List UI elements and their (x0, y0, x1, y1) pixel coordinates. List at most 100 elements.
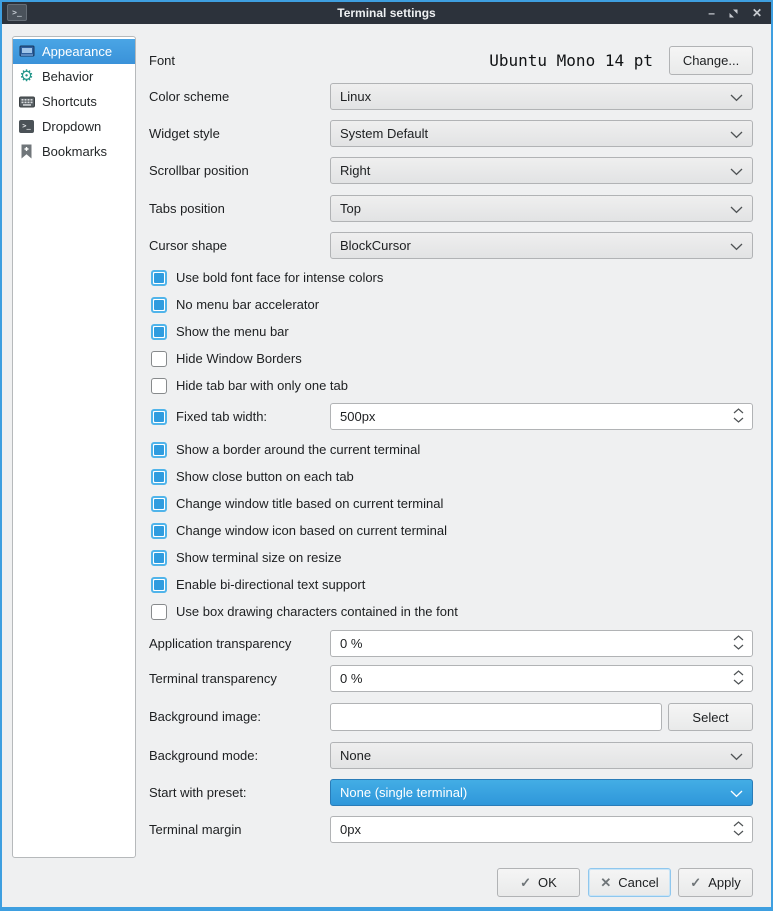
chevron-down-icon (730, 753, 743, 761)
checkbox[interactable] (151, 324, 167, 340)
checkbox-row[interactable]: No menu bar accelerator (151, 296, 319, 313)
checkbox-label: Show terminal size on resize (176, 550, 341, 565)
checkbox-label: Use bold font face for intense colors (176, 270, 383, 285)
widget-style-select[interactable]: System Default (330, 120, 753, 147)
chevron-down-icon (730, 168, 743, 176)
background-mode-label: Background mode: (149, 742, 258, 769)
checkbox-row[interactable]: Change window title based on current ter… (151, 495, 443, 512)
sidebar-item-label: Bookmarks (42, 144, 107, 159)
settings-category-list: Appearance ⚙ Behavior Shortcuts >_ D (12, 36, 136, 858)
chevron-down-icon (730, 131, 743, 139)
spin-up-icon[interactable] (733, 821, 744, 827)
terminal-margin-spinbox[interactable]: 0px (330, 816, 753, 843)
ok-button[interactable]: ✓ OK (497, 868, 580, 897)
fixed-tab-width-spinbox[interactable]: 500px (330, 403, 753, 430)
checkbox-row[interactable]: Hide tab bar with only one tab (151, 377, 348, 394)
sidebar-item-label: Appearance (42, 44, 112, 59)
checkbox-row[interactable]: Hide Window Borders (151, 350, 302, 367)
bookmark-icon (18, 143, 35, 160)
checkbox[interactable] (151, 270, 167, 286)
cross-icon: ✕ (600, 875, 611, 891)
sidebar-item-shortcuts[interactable]: Shortcuts (13, 89, 135, 114)
sidebar-item-appearance[interactable]: Appearance (13, 39, 135, 64)
background-image-label: Background image: (149, 703, 261, 731)
checkbox-label: Show a border around the current termina… (176, 442, 420, 457)
spin-up-icon[interactable] (733, 670, 744, 676)
terminal-icon: >_ (18, 118, 35, 135)
checkbox-row[interactable]: Use bold font face for intense colors (151, 269, 383, 286)
background-mode-select[interactable]: None (330, 742, 753, 769)
checkbox[interactable] (151, 550, 167, 566)
color-scheme-select[interactable]: Linux (330, 83, 753, 110)
window-terminal-icon: >_ (7, 4, 27, 21)
checkbox[interactable] (151, 442, 167, 458)
checkbox-row[interactable]: Show a border around the current termina… (151, 441, 420, 458)
checkbox-label: No menu bar accelerator (176, 297, 319, 312)
checkbox-label: Fixed tab width: (176, 409, 267, 424)
background-image-select-button[interactable]: Select (668, 703, 753, 731)
start-with-preset-label: Start with preset: (149, 779, 247, 806)
widget-style-label: Widget style (149, 120, 220, 147)
tabs-position-label: Tabs position (149, 195, 225, 222)
tabs-position-select[interactable]: Top (330, 195, 753, 222)
checkbox-row[interactable]: Use box drawing characters contained in … (151, 603, 458, 620)
chevron-down-icon (730, 206, 743, 214)
titlebar[interactable]: >_ Terminal settings – ✕ (2, 2, 771, 24)
checkbox-row[interactable]: Show the menu bar (151, 323, 289, 340)
checkbox[interactable] (151, 604, 167, 620)
checkbox[interactable] (151, 351, 167, 367)
fixed-tab-width-checkbox-row[interactable]: Fixed tab width: (151, 408, 267, 425)
checkbox-row[interactable]: Show close button on each tab (151, 468, 354, 485)
spin-down-icon[interactable] (733, 644, 744, 650)
checkbox-row[interactable]: Show terminal size on resize (151, 549, 341, 566)
sidebar-item-label: Shortcuts (42, 94, 97, 109)
display-icon (18, 43, 35, 60)
spin-down-icon[interactable] (733, 679, 744, 685)
checkbox[interactable] (151, 297, 167, 313)
terminal-settings-dialog: >_ Terminal settings – ✕ Appearanc (0, 0, 773, 911)
sidebar-item-label: Dropdown (42, 119, 101, 134)
cursor-shape-select[interactable]: BlockCursor (330, 232, 753, 259)
spin-up-icon[interactable] (733, 635, 744, 641)
checkbox-label: Hide tab bar with only one tab (176, 378, 348, 393)
sidebar-item-bookmarks[interactable]: Bookmarks (13, 139, 135, 164)
checkbox[interactable] (151, 378, 167, 394)
chevron-down-icon (730, 790, 743, 798)
close-button[interactable]: ✕ (752, 2, 762, 24)
restore-button[interactable] (728, 8, 739, 19)
checkbox-label: Hide Window Borders (176, 351, 302, 366)
sidebar-item-label: Behavior (42, 69, 93, 84)
sidebar-item-dropdown[interactable]: >_ Dropdown (13, 114, 135, 139)
terminal-transparency-label: Terminal transparency (149, 665, 277, 692)
scrollbar-position-label: Scrollbar position (149, 157, 249, 184)
checkbox-row[interactable]: Enable bi-directional text support (151, 576, 365, 593)
cancel-button[interactable]: ✕ Cancel (588, 868, 671, 897)
background-image-input[interactable] (330, 703, 662, 731)
spin-down-icon[interactable] (733, 830, 744, 836)
sidebar-item-behavior[interactable]: ⚙ Behavior (13, 64, 135, 89)
window-title: Terminal settings (2, 6, 771, 20)
start-with-preset-select[interactable]: None (single terminal) (330, 779, 753, 806)
check-icon: ✓ (690, 875, 701, 891)
checkbox-label: Enable bi-directional text support (176, 577, 365, 592)
terminal-transparency-spinbox[interactable]: 0 % (330, 665, 753, 692)
font-change-button[interactable]: Change... (669, 46, 753, 75)
checkbox[interactable] (151, 469, 167, 485)
checkbox-row[interactable]: Change window icon based on current term… (151, 522, 447, 539)
checkbox[interactable] (151, 496, 167, 512)
checkbox-label: Change window title based on current ter… (176, 496, 443, 511)
minimize-button[interactable]: – (708, 2, 715, 24)
terminal-margin-label: Terminal margin (149, 816, 241, 843)
apply-button[interactable]: ✓ Apply (678, 868, 753, 897)
restore-icon (728, 8, 739, 19)
scrollbar-position-select[interactable]: Right (330, 157, 753, 184)
checkbox[interactable] (151, 409, 167, 425)
font-label: Font (149, 46, 175, 75)
spin-up-icon[interactable] (733, 408, 744, 414)
check-icon: ✓ (520, 875, 531, 891)
spin-down-icon[interactable] (733, 417, 744, 423)
chevron-down-icon (730, 243, 743, 251)
checkbox[interactable] (151, 523, 167, 539)
checkbox[interactable] (151, 577, 167, 593)
application-transparency-spinbox[interactable]: 0 % (330, 630, 753, 657)
